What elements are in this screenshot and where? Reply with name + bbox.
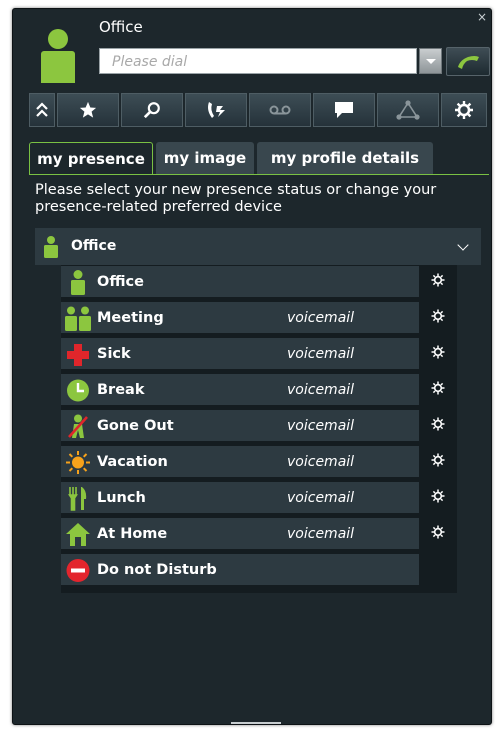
tab-underline xyxy=(29,174,489,175)
call-button[interactable] xyxy=(446,47,490,76)
status-label: Lunch xyxy=(97,490,146,506)
status-row-at-home[interactable]: At Home voicemail xyxy=(61,518,419,550)
status-label: Gone Out xyxy=(97,418,174,434)
clock-icon xyxy=(67,379,89,402)
call-forward-icon xyxy=(208,102,225,118)
voicemail-button[interactable] xyxy=(249,93,311,127)
gear-icon[interactable] xyxy=(431,273,445,287)
tab-bar: my presence my image my profile details xyxy=(29,142,489,175)
toolbar xyxy=(29,93,489,127)
chat-icon xyxy=(335,102,353,118)
current-status-label: Office xyxy=(71,238,117,254)
status-device: voicemail xyxy=(287,310,355,326)
resize-grip[interactable] xyxy=(231,720,281,724)
gone-out-icon xyxy=(68,414,88,438)
house-icon xyxy=(66,523,90,546)
office-person-icon xyxy=(44,236,58,258)
fork-knife-icon xyxy=(68,487,87,511)
office-person-icon xyxy=(71,270,85,295)
gear-icon[interactable] xyxy=(431,489,445,503)
chat-button[interactable] xyxy=(313,93,375,127)
chevron-down-icon xyxy=(457,239,469,251)
close-icon[interactable]: × xyxy=(477,11,487,23)
window-title: Office xyxy=(99,18,143,36)
gear-icon[interactable] xyxy=(431,309,445,323)
network-icon xyxy=(396,100,420,120)
meeting-people-icon xyxy=(65,306,91,331)
call-forward-button[interactable] xyxy=(185,93,247,127)
dial-input[interactable] xyxy=(110,50,414,74)
settings-button[interactable] xyxy=(441,93,487,127)
network-button[interactable] xyxy=(377,93,439,127)
gear-icon[interactable] xyxy=(431,417,445,431)
current-status-selector[interactable]: Office xyxy=(35,228,481,265)
chevron-down-icon xyxy=(426,59,436,64)
status-device: voicemail xyxy=(287,526,355,542)
status-device: voicemail xyxy=(287,454,355,470)
favorites-button[interactable] xyxy=(57,93,119,127)
status-label: At Home xyxy=(97,526,168,542)
dial-field[interactable] xyxy=(99,48,417,74)
status-row-office[interactable]: Office xyxy=(61,266,419,298)
status-device: voicemail xyxy=(287,382,355,398)
gear-icon[interactable] xyxy=(431,381,445,395)
gear-icon[interactable] xyxy=(431,345,445,359)
status-label: Do not Disturb xyxy=(97,562,217,578)
star-icon xyxy=(79,101,97,118)
do-not-disturb-icon xyxy=(66,559,90,582)
gear-icon[interactable] xyxy=(431,453,445,467)
intro-text: Please select your new presence status o… xyxy=(35,182,437,215)
status-row-lunch[interactable]: Lunch voicemail xyxy=(61,482,419,514)
collapse-chevrons-icon xyxy=(36,102,48,117)
user-avatar xyxy=(41,29,75,83)
phone-handset-icon xyxy=(458,56,479,69)
status-label: Office xyxy=(97,274,144,290)
status-device: voicemail xyxy=(287,346,355,362)
sun-icon xyxy=(66,451,90,474)
status-device: voicemail xyxy=(287,418,355,434)
tab-my-presence[interactable]: my presence xyxy=(29,142,153,175)
status-row-do-not-disturb[interactable]: Do not Disturb xyxy=(61,554,419,586)
status-row-sick[interactable]: Sick voicemail xyxy=(61,338,419,370)
presence-window: × Office Please dial my presence my imag… xyxy=(12,8,492,725)
status-label: Sick xyxy=(97,346,131,362)
tab-my-profile-details[interactable]: my profile details xyxy=(257,142,433,174)
voicemail-icon xyxy=(269,105,291,115)
status-row-gone-out[interactable]: Gone Out voicemail xyxy=(61,410,419,442)
search-icon xyxy=(143,102,160,119)
gear-icon[interactable] xyxy=(431,525,445,539)
collapse-button[interactable] xyxy=(29,93,55,127)
status-label: Break xyxy=(97,382,145,398)
gear-icon xyxy=(455,101,473,119)
red-cross-icon xyxy=(67,344,89,366)
search-button[interactable] xyxy=(121,93,183,127)
status-row-vacation[interactable]: Vacation voicemail xyxy=(61,446,419,478)
status-row-meeting[interactable]: Meeting voicemail xyxy=(61,302,419,334)
status-label: Vacation xyxy=(97,454,168,470)
tab-my-image[interactable]: my image xyxy=(156,142,254,174)
status-row-break[interactable]: Break voicemail xyxy=(61,374,419,406)
status-label: Meeting xyxy=(97,310,164,326)
status-device: voicemail xyxy=(287,490,355,506)
dial-dropdown-button[interactable] xyxy=(419,48,442,74)
